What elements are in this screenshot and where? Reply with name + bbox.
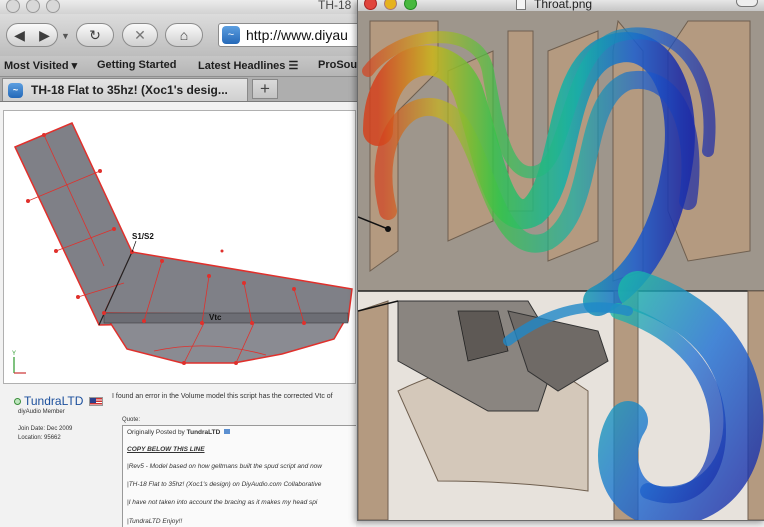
quote-label: Quote: [122,417,141,423]
cad-model-image: S1/S2 Vtc Y [3,110,356,384]
preview-window-title: Throat.png [534,0,593,11]
member-title: diyAudio Member [18,409,65,415]
reload-icon: ↻ [89,26,101,43]
post-author-panel: TundraLTD diyAudio Member Join Date: Dec… [14,392,106,527]
quote-box: Originally Posted by TundraLTD COPY BELO… [122,425,356,527]
axis-y-label: Y [12,351,16,357]
cad-label-junction: S1/S2 [132,232,154,241]
back-forward-group: ◀ ▶ [6,23,58,47]
preview-minimize-button[interactable] [384,0,397,10]
address-url: http://www.diyau [246,27,348,43]
back-icon[interactable]: ◀ [7,27,32,44]
reload-button[interactable]: ↻ [76,23,114,47]
image-preview-window: Throat.png [357,0,764,521]
join-date: Join Date: Dec 2009 [18,426,73,432]
location: Location: 95662 [18,435,61,441]
post-username[interactable]: TundraLTD [14,394,104,408]
site-favicon-icon: ~ [222,26,240,44]
online-status-icon [14,397,21,405]
view-post-icon[interactable] [224,429,231,434]
quote-author: TundraLTD [186,429,221,436]
probe-point [385,226,391,232]
quote-attribution: Originally Posted by TundraLTD [127,429,231,436]
bookmark-latest-headlines[interactable]: Latest Headlines ☰ [198,59,298,72]
stop-button[interactable]: ✕ [122,23,158,47]
quote-line-2: |Rev5 - Model based on how geltmans buil… [127,463,322,470]
flow-simulation-image [358,11,764,520]
new-tab-button[interactable]: + [252,79,278,99]
flow-simulation-drawing [358,11,764,520]
quote-line-4: |I have not taken into account the braci… [127,499,318,506]
preview-close-button[interactable] [364,0,377,10]
cad-label-vtc: Vtc [209,313,222,322]
cad-ledge [103,312,349,324]
window-title: TH-18 [318,0,352,12]
post-intro-text: I found an error in the Volume model thi… [112,393,333,400]
png-file-icon [516,0,526,10]
cad-horn-body [13,122,353,326]
bookmark-getting-started[interactable]: Getting Started [97,59,176,71]
axis-triad-icon: Y [12,351,26,374]
history-dropdown-icon[interactable]: ▼ [61,31,70,41]
minimize-window-button[interactable] [26,0,40,13]
bookmark-most-visited[interactable]: Most Visited ▾ [4,59,77,72]
home-icon: ⌂ [179,27,189,43]
cad-label-leader [131,240,137,253]
toolbar-toggle-button[interactable] [736,0,758,7]
plus-icon: + [260,79,270,98]
post-body: I found an error in the Volume model thi… [112,389,356,527]
stop-icon: ✕ [134,26,146,43]
close-window-button[interactable] [6,0,20,13]
quote-line-5: |TundraLTD Enjoy!! [127,518,183,525]
tab-title: TH-18 Flat to 35hz! (Xoc1's desig... [31,83,228,97]
preview-zoom-button[interactable] [404,0,417,10]
member-meta: Join Date: Dec 2009 Location: 95662 [18,425,72,443]
quote-line-3: |TH-18 Flat to 35hz! (Xoc1's design) on … [127,481,322,488]
forward-icon[interactable]: ▶ [32,27,57,44]
preview-title-bar: Throat.png [358,0,764,11]
home-button[interactable]: ⌂ [165,23,203,47]
tab-favicon-icon: ~ [8,82,23,98]
username-text: TundraLTD [24,394,84,408]
quote-by-text: Originally Posted by [127,429,185,436]
zoom-window-button[interactable] [46,0,60,13]
cad-drawing: S1/S2 Vtc Y [12,122,353,374]
us-flag-icon [89,396,104,406]
address-bar[interactable]: ~ http://www.diyau [218,23,368,47]
quote-line-1: COPY BELOW THIS LINE [127,446,205,453]
bookmark-prosound[interactable]: ProSou [318,59,357,71]
tab-active[interactable]: ~ TH-18 Flat to 35hz! (Xoc1's desig... [2,78,248,101]
